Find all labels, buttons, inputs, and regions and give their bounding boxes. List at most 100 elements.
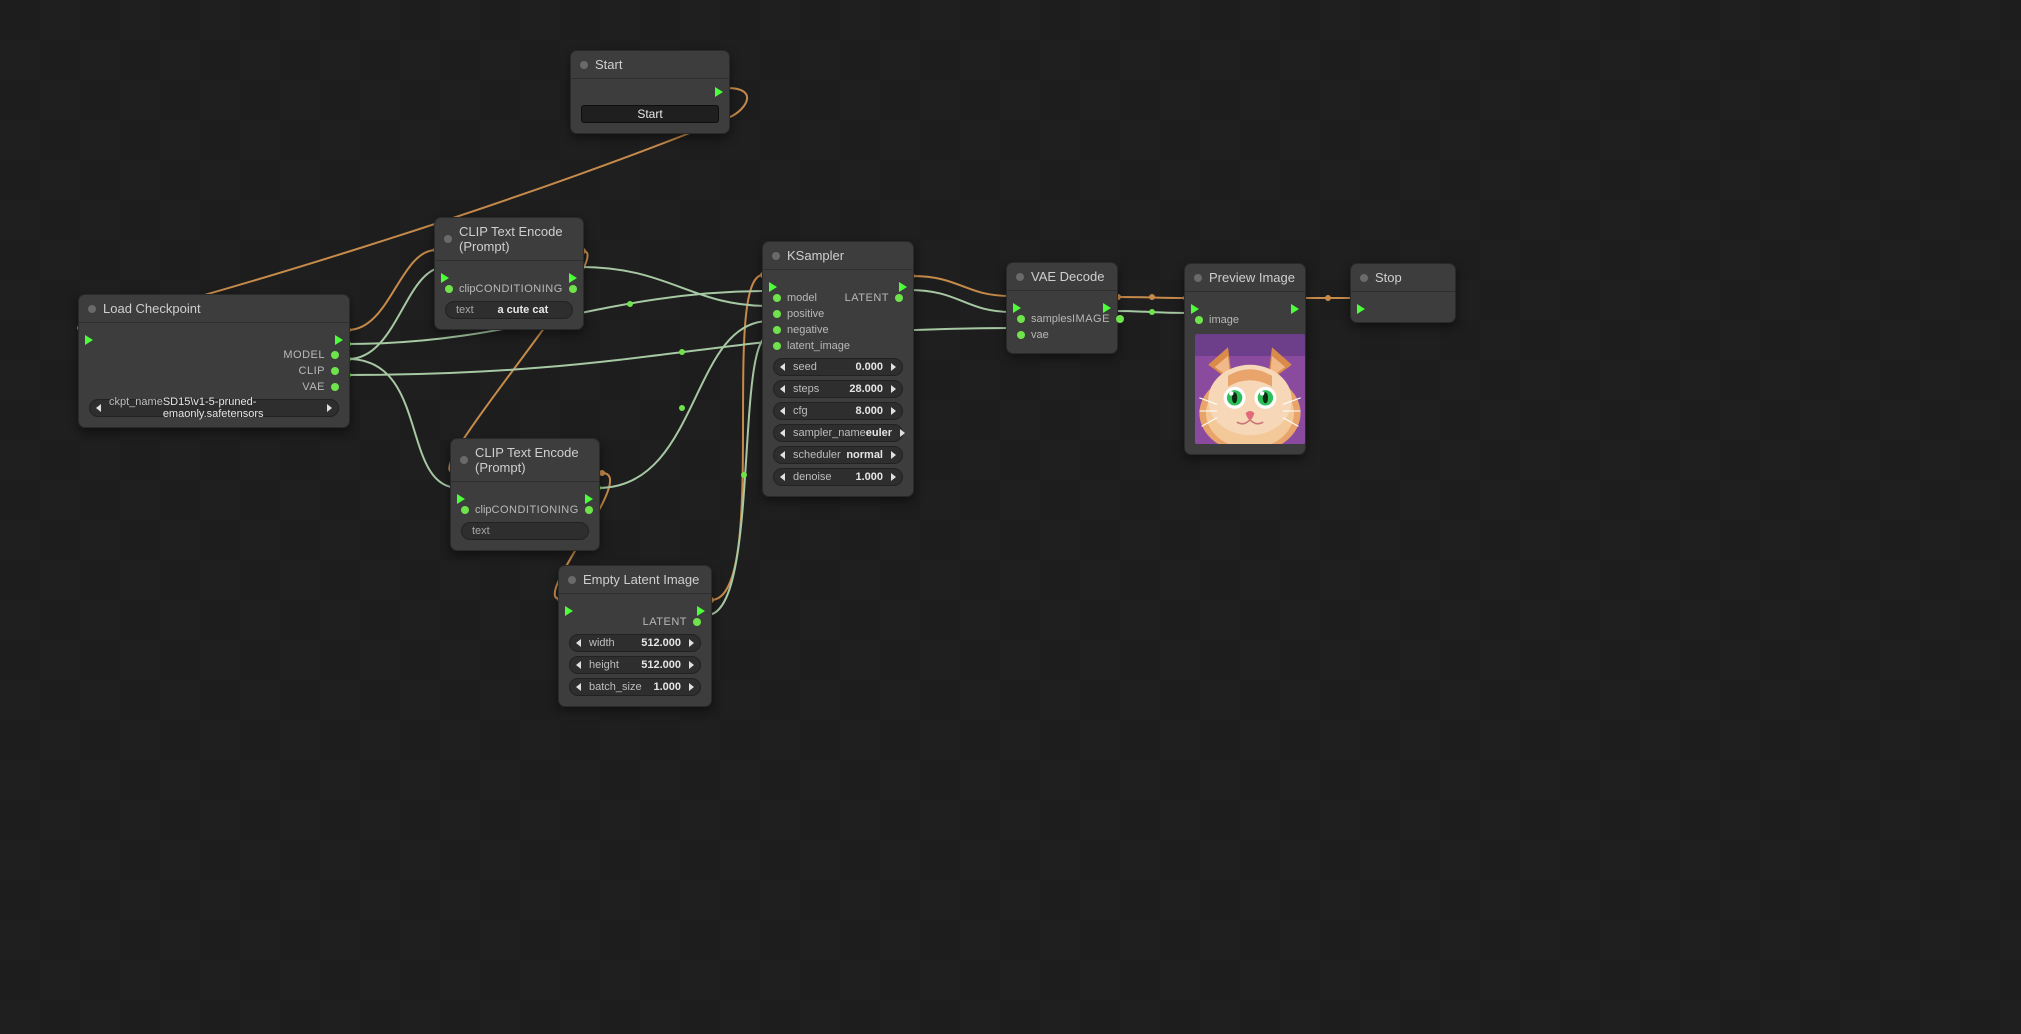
chevron-left-icon[interactable]: [780, 451, 785, 459]
exec-out-icon[interactable]: [1291, 304, 1299, 314]
node-preview-image[interactable]: Preview Image image: [1184, 263, 1306, 455]
width-widget[interactable]: width512.000: [569, 634, 701, 652]
port-in-image[interactable]: image: [1195, 314, 1239, 326]
node-clip-text-encode-negative[interactable]: CLIP Text Encode (Prompt) clip CONDITION…: [450, 438, 600, 551]
port-out-latent[interactable]: LATENT: [643, 616, 701, 628]
chevron-left-icon[interactable]: [780, 385, 785, 393]
height-widget[interactable]: height512.000: [569, 656, 701, 674]
port-in-samples[interactable]: samples: [1017, 313, 1072, 325]
exec-out-icon[interactable]: [1103, 303, 1111, 313]
chevron-right-icon[interactable]: [689, 683, 694, 691]
node-vae-decode[interactable]: VAE Decode samples IMAGE vae: [1006, 262, 1118, 354]
chevron-right-icon[interactable]: [891, 385, 896, 393]
node-start[interactable]: Start Start: [570, 50, 730, 134]
collapse-dot-icon[interactable]: [772, 252, 780, 260]
chevron-left-icon[interactable]: [780, 407, 785, 415]
chevron-left-icon[interactable]: [96, 404, 101, 412]
exec-out-icon[interactable]: [697, 606, 705, 616]
collapse-dot-icon[interactable]: [1360, 274, 1368, 282]
collapse-dot-icon[interactable]: [460, 456, 468, 464]
prompt-text-input[interactable]: text: [461, 522, 589, 540]
node-title[interactable]: Load Checkpoint: [79, 295, 349, 323]
port-in-vae[interactable]: vae: [1017, 329, 1049, 341]
exec-in-icon[interactable]: [85, 335, 93, 345]
cfg-widget[interactable]: cfg8.000: [773, 402, 903, 420]
prompt-text-input[interactable]: text a cute cat: [445, 301, 573, 319]
chevron-right-icon[interactable]: [891, 363, 896, 371]
chevron-right-icon[interactable]: [891, 407, 896, 415]
exec-in-icon[interactable]: [441, 273, 449, 283]
port-out-conditioning[interactable]: CONDITIONING: [476, 283, 577, 295]
canvas-background[interactable]: [0, 0, 2021, 1034]
collapse-dot-icon[interactable]: [1194, 274, 1202, 282]
exec-out-icon[interactable]: [899, 282, 907, 292]
title-text: CLIP Text Encode (Prompt): [475, 445, 579, 475]
title-text: Preview Image: [1209, 270, 1295, 285]
exec-in-icon[interactable]: [769, 282, 777, 292]
sampler-name-widget[interactable]: sampler_nameeuler: [773, 424, 903, 442]
port-in-clip[interactable]: clip: [445, 283, 476, 295]
node-title[interactable]: KSampler: [763, 242, 913, 270]
node-title[interactable]: VAE Decode: [1007, 263, 1117, 291]
port-out-clip[interactable]: CLIP: [299, 365, 339, 377]
port-out-image[interactable]: IMAGE: [1072, 313, 1124, 325]
node-clip-text-encode-positive[interactable]: CLIP Text Encode (Prompt) clip CONDITION…: [434, 217, 584, 330]
chevron-left-icon[interactable]: [576, 683, 581, 691]
chevron-right-icon[interactable]: [689, 661, 694, 669]
node-load-checkpoint[interactable]: Load Checkpoint MODEL CLIP VAE ckpt_name…: [78, 294, 350, 428]
exec-out-icon[interactable]: [585, 494, 593, 504]
node-empty-latent-image[interactable]: Empty Latent Image LATENT width512.000 h…: [558, 565, 712, 707]
exec-in-icon[interactable]: [1013, 303, 1021, 313]
seed-widget[interactable]: seed0.000: [773, 358, 903, 376]
exec-in-icon[interactable]: [1357, 304, 1365, 314]
batch-size-widget[interactable]: batch_size1.000: [569, 678, 701, 696]
port-in-positive[interactable]: positive: [773, 308, 824, 320]
port-in-negative[interactable]: negative: [773, 324, 829, 336]
exec-in-icon[interactable]: [565, 606, 573, 616]
chevron-left-icon[interactable]: [576, 639, 581, 647]
chevron-left-icon[interactable]: [780, 363, 785, 371]
node-title[interactable]: Preview Image: [1185, 264, 1305, 292]
start-button[interactable]: Start: [581, 105, 719, 123]
port-in-model[interactable]: model: [773, 292, 817, 304]
ckpt-name-widget[interactable]: ckpt_nameSD15\v1-5-pruned-emaonly.safete…: [89, 399, 339, 417]
preview-thumbnail[interactable]: [1195, 334, 1305, 444]
port-out-model[interactable]: MODEL: [283, 349, 339, 361]
chevron-left-icon[interactable]: [780, 473, 785, 481]
collapse-dot-icon[interactable]: [580, 61, 588, 69]
chevron-right-icon[interactable]: [900, 429, 905, 437]
collapse-dot-icon[interactable]: [1016, 273, 1024, 281]
node-stop[interactable]: Stop: [1350, 263, 1456, 323]
exec-out-icon[interactable]: [715, 87, 723, 97]
chevron-right-icon[interactable]: [689, 639, 694, 647]
steps-widget[interactable]: steps28.000: [773, 380, 903, 398]
node-ksampler[interactable]: KSampler model LATENT positive negative …: [762, 241, 914, 497]
node-title[interactable]: Empty Latent Image: [559, 566, 711, 594]
port-out-vae[interactable]: VAE: [302, 381, 339, 393]
collapse-dot-icon[interactable]: [568, 576, 576, 584]
port-out-conditioning[interactable]: CONDITIONING: [492, 504, 593, 516]
collapse-dot-icon[interactable]: [88, 305, 96, 313]
exec-in-icon[interactable]: [457, 494, 465, 504]
port-in-clip[interactable]: clip: [461, 504, 492, 516]
chevron-right-icon[interactable]: [891, 473, 896, 481]
node-title[interactable]: CLIP Text Encode (Prompt): [451, 439, 599, 482]
node-title[interactable]: CLIP Text Encode (Prompt): [435, 218, 583, 261]
node-title[interactable]: Stop: [1351, 264, 1455, 292]
exec-row: [581, 85, 719, 99]
exec-out-icon[interactable]: [335, 335, 343, 345]
chevron-right-icon[interactable]: [327, 404, 332, 412]
node-title[interactable]: Start: [571, 51, 729, 79]
chevron-right-icon[interactable]: [891, 451, 896, 459]
port-in-latent-image[interactable]: latent_image: [773, 340, 850, 352]
denoise-widget[interactable]: denoise1.000: [773, 468, 903, 486]
chevron-left-icon[interactable]: [780, 429, 785, 437]
title-text: Stop: [1375, 270, 1402, 285]
title-text: Load Checkpoint: [103, 301, 201, 316]
chevron-left-icon[interactable]: [576, 661, 581, 669]
scheduler-widget[interactable]: schedulernormal: [773, 446, 903, 464]
exec-in-icon[interactable]: [1191, 304, 1199, 314]
collapse-dot-icon[interactable]: [444, 235, 452, 243]
port-out-latent[interactable]: LATENT: [845, 292, 903, 304]
exec-out-icon[interactable]: [569, 273, 577, 283]
